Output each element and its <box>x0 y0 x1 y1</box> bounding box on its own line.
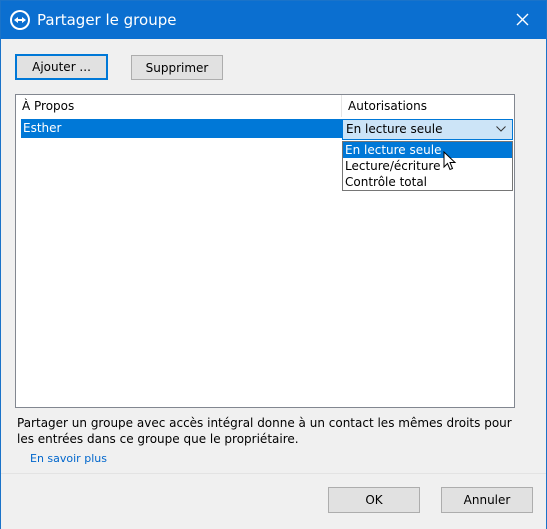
delete-button[interactable]: Supprimer <box>131 55 223 80</box>
chevron-down-icon <box>496 126 506 132</box>
column-header-permissions[interactable]: Autorisations <box>342 95 514 117</box>
description-text: Partager un groupe avec accès intégral d… <box>17 416 512 446</box>
option-read-only[interactable]: En lecture seule <box>343 142 512 158</box>
table-row[interactable]: Esther <box>21 119 342 138</box>
mouse-cursor-icon <box>443 151 457 171</box>
permission-combobox[interactable]: En lecture seule <box>342 119 513 140</box>
add-button[interactable]: Ajouter ... <box>15 54 108 80</box>
permission-dropdown-list: En lecture seule Lecture/écriture Contrô… <box>342 141 513 191</box>
option-read-write[interactable]: Lecture/écriture <box>343 158 512 174</box>
learn-more-link[interactable]: En savoir plus <box>30 452 107 465</box>
option-full-control[interactable]: Contrôle total <box>343 174 512 190</box>
share-group-dialog: Partager le groupe Ajouter ... Supprimer… <box>0 0 547 529</box>
dialog-footer: OK Annuler <box>1 473 546 529</box>
close-button[interactable] <box>500 1 546 39</box>
ok-button[interactable]: OK <box>328 487 420 513</box>
window-title: Partager le groupe <box>37 11 177 29</box>
column-header-about[interactable]: À Propos <box>16 95 341 117</box>
members-list[interactable]: À Propos Autorisations Esther En lecture… <box>15 94 515 408</box>
permission-combobox-value: En lecture seule <box>346 122 443 136</box>
teamviewer-icon <box>10 10 30 30</box>
close-icon <box>516 13 529 26</box>
title-bar[interactable]: Partager le groupe <box>1 1 546 39</box>
cancel-button[interactable]: Annuler <box>441 487 533 513</box>
